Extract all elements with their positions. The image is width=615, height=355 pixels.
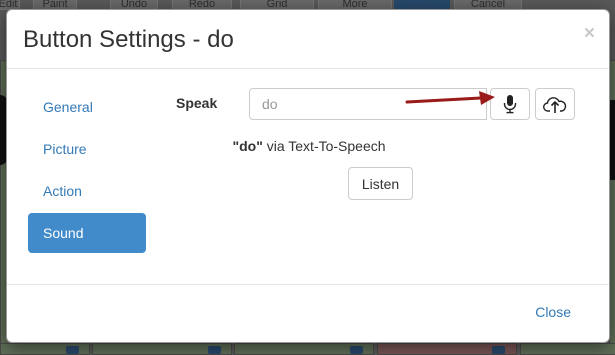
annotation-arrow-icon: [405, 91, 495, 105]
nav-item-general[interactable]: General: [28, 87, 146, 127]
upload-icon: [543, 97, 567, 113]
close-button[interactable]: Close: [535, 304, 571, 320]
speak-label: Speak: [176, 95, 218, 111]
nav-item-sound[interactable]: Sound: [28, 213, 146, 253]
tts-suffix: via Text-To-Speech: [262, 138, 386, 154]
microphone-icon: [503, 95, 517, 114]
tts-description: "do" via Text-To-Speech: [7, 138, 611, 154]
upload-sound-button[interactable]: [535, 88, 575, 120]
button-settings-dialog: Button Settings - do × General Picture A…: [6, 9, 610, 343]
close-icon[interactable]: ×: [584, 24, 595, 44]
bg-grid-cell: [520, 343, 615, 355]
nav-item-action[interactable]: Action: [28, 171, 146, 211]
dialog-footer: Close: [7, 284, 609, 342]
listen-button[interactable]: Listen: [348, 167, 413, 200]
settings-nav: General Picture Action Sound: [28, 87, 146, 255]
tts-word: "do": [232, 138, 263, 154]
dialog-title: Button Settings - do: [23, 26, 234, 53]
dialog-header: Button Settings - do ×: [7, 10, 609, 69]
